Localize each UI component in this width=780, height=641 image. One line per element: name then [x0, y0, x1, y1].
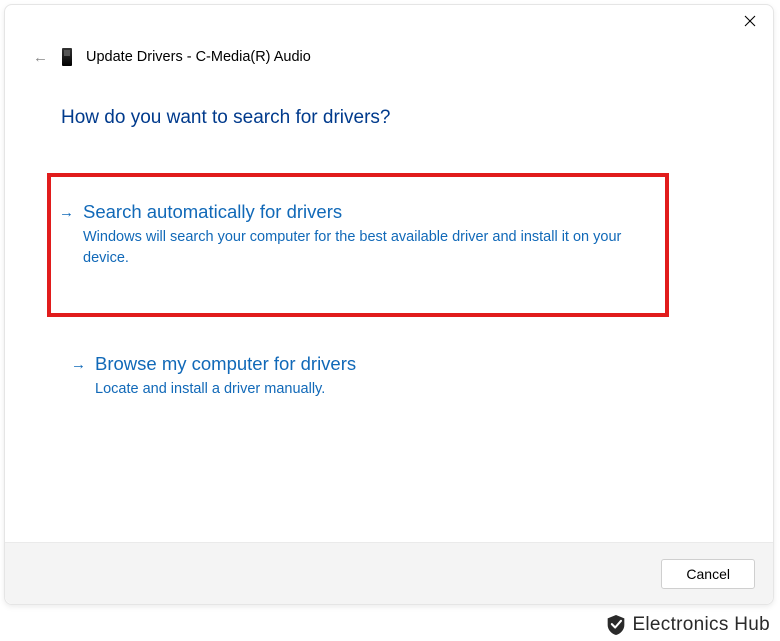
back-arrow-icon[interactable]: ←: [33, 50, 48, 65]
watermark-text: Electronics Hub: [632, 614, 770, 636]
arrow-right-icon: →: [71, 356, 85, 373]
dialog-footer: Cancel: [5, 542, 773, 604]
header-row: ← Update Drivers - C-Media(R) Audio: [5, 43, 773, 71]
option-description: Locate and install a driver manually.: [95, 379, 635, 400]
option-browse-computer[interactable]: → Browse my computer for drivers Locate …: [61, 337, 717, 430]
device-icon: [62, 48, 72, 66]
option-search-automatically[interactable]: → Search automatically for drivers Windo…: [47, 173, 669, 317]
option-title: Browse my computer for drivers: [95, 353, 356, 375]
option-header: → Browse my computer for drivers: [71, 353, 707, 375]
option-title: Search automatically for drivers: [83, 201, 342, 223]
content-area: How do you want to search for drivers? →…: [5, 71, 773, 542]
option-description: Windows will search your computer for th…: [83, 227, 623, 269]
watermark: Electronics Hub: [606, 614, 770, 636]
shield-check-icon: [606, 614, 626, 636]
page-heading: How do you want to search for drivers?: [61, 107, 717, 129]
update-drivers-dialog: ← Update Drivers - C-Media(R) Audio How …: [4, 4, 774, 605]
option-header: → Search automatically for drivers: [59, 201, 657, 223]
titlebar: [5, 5, 773, 45]
arrow-right-icon: →: [59, 204, 73, 221]
close-button[interactable]: [727, 5, 773, 37]
close-icon: [744, 15, 756, 27]
window-title: Update Drivers - C-Media(R) Audio: [86, 49, 311, 65]
cancel-button[interactable]: Cancel: [661, 559, 755, 589]
